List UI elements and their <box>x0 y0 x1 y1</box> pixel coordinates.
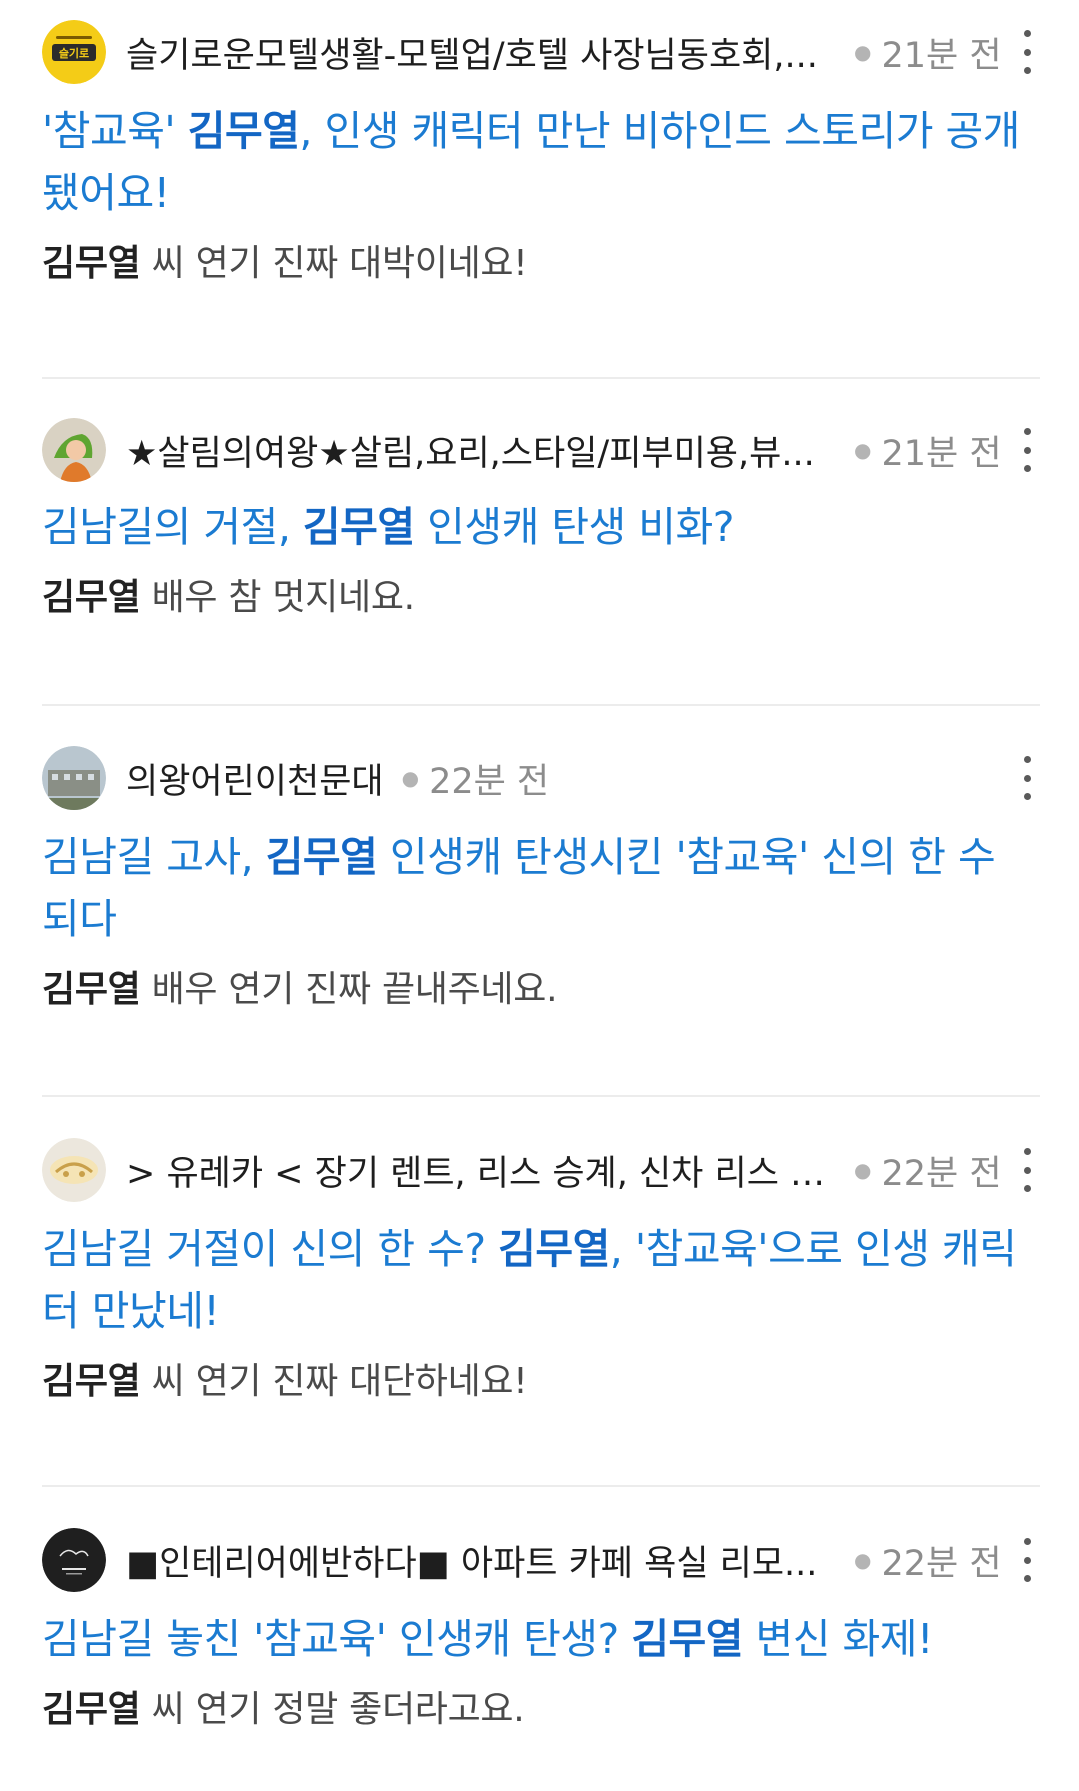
snippet-keyword: 김무열 <box>42 1361 141 1402</box>
feed-item[interactable]: 슬기로 슬기로운모텔생활-모텔업/호텔 사장님동호회,... ● 21분 전 '… <box>42 20 1040 288</box>
timestamp: 22분 전 <box>881 1153 1002 1194</box>
separator-dot: ● <box>401 766 420 790</box>
article-snippet: 김무열 씨 연기 정말 좋더라고요. <box>42 1686 1040 1734</box>
title-text: 변신 화제! <box>743 1615 934 1663</box>
woman-illustration-icon <box>42 418 106 482</box>
divider <box>42 1095 1040 1097</box>
source-avatar[interactable] <box>42 418 106 482</box>
more-vertical-icon[interactable] <box>1014 1144 1040 1196</box>
snippet-text: 씨 연기 진짜 대박이네요! <box>140 243 528 284</box>
timestamp: 21분 전 <box>881 35 1002 76</box>
title-text: 김남길 고사, <box>42 833 266 881</box>
separator-dot: ● <box>854 438 872 462</box>
source-name[interactable]: 슬기로운모텔생활-모텔업/호텔 사장님동호회,... <box>126 27 836 78</box>
item-meta: 의왕어린이천문대 ● 22분 전 <box>42 746 1040 816</box>
title-keyword: 김무열 <box>498 1225 610 1273</box>
source-name[interactable]: ★살림의여왕★살림,요리,스타일/피부미용,뷰... <box>126 425 836 476</box>
snippet-text: 배우 참 멋지네요. <box>140 577 415 618</box>
article-title[interactable]: 김남길 거절이 신의 한 수? 김무열, '참교육'으로 인생 캐릭터 만났네! <box>42 1218 1040 1342</box>
snippet-keyword: 김무열 <box>42 969 141 1010</box>
timestamp: 22분 전 <box>881 1543 1002 1584</box>
source-name[interactable]: ■인테리어에반하다■ 아파트 카페 욕실 리모... <box>126 1535 836 1586</box>
title-keyword: 김무열 <box>631 1615 743 1663</box>
divider <box>42 377 1040 379</box>
source-logo-icon: 슬기로 <box>42 20 106 84</box>
title-text: '참교육' <box>42 107 188 155</box>
source-name[interactable]: 의왕어린이천문대 <box>126 753 384 804</box>
feed-item[interactable]: > 유레카 < 장기 렌트, 리스 승계, 신차 리스 차... ● 22분 전… <box>42 1138 1040 1406</box>
title-keyword: 김무열 <box>302 503 415 551</box>
source-avatar[interactable] <box>42 746 106 810</box>
article-snippet: 김무열 배우 연기 진짜 끝내주네요. <box>42 966 1040 1014</box>
title-text: 김남길의 거절, <box>42 503 303 551</box>
divider <box>42 1485 1040 1487</box>
separator-dot: ● <box>854 1158 872 1182</box>
source-avatar[interactable] <box>42 1138 106 1202</box>
feed-item[interactable]: ■인테리어에반하다■ 아파트 카페 욕실 리모... ● 22분 전 김남길 놓… <box>42 1528 1040 1734</box>
article-snippet: 김무열 배우 참 멋지네요. <box>42 574 1040 622</box>
timestamp: 22분 전 <box>429 761 550 802</box>
building-photo-icon <box>42 746 106 810</box>
feed-item[interactable]: 의왕어린이천문대 ● 22분 전 김남길 고사, 김무열 인생캐 탄생시킨 '참… <box>42 746 1040 1014</box>
more-vertical-icon[interactable] <box>1014 752 1040 804</box>
article-snippet: 김무열 씨 연기 진짜 대단하네요! <box>42 1358 1040 1406</box>
divider <box>42 704 1040 706</box>
source-name[interactable]: > 유레카 < 장기 렌트, 리스 승계, 신차 리스 차... <box>126 1145 836 1196</box>
item-meta: > 유레카 < 장기 렌트, 리스 승계, 신차 리스 차... ● 22분 전 <box>42 1138 1040 1208</box>
more-vertical-icon[interactable] <box>1014 424 1040 476</box>
interior-logo-icon <box>42 1528 106 1592</box>
item-meta: ■인테리어에반하다■ 아파트 카페 욕실 리모... ● 22분 전 <box>42 1528 1040 1598</box>
more-vertical-icon[interactable] <box>1014 1534 1040 1586</box>
article-title[interactable]: 김남길 놓친 '참교육' 인생캐 탄생? 김무열 변신 화제! <box>42 1608 1040 1670</box>
article-snippet: 김무열 씨 연기 진짜 대박이네요! <box>42 240 1040 288</box>
title-keyword: 김무열 <box>187 107 300 155</box>
separator-dot: ● <box>854 1548 872 1572</box>
snippet-text: 씨 연기 정말 좋더라고요. <box>140 1689 525 1730</box>
snippet-keyword: 김무열 <box>42 1689 141 1730</box>
snippet-keyword: 김무열 <box>42 243 141 284</box>
timestamp: 21분 전 <box>881 433 1002 474</box>
title-text: 김남길 놓친 '참교육' 인생캐 탄생? <box>42 1615 632 1663</box>
separator-dot: ● <box>854 40 872 64</box>
item-meta: 슬기로 슬기로운모텔생활-모텔업/호텔 사장님동호회,... ● 21분 전 <box>42 20 1040 90</box>
source-avatar[interactable]: 슬기로 <box>42 20 106 84</box>
article-title[interactable]: 김남길 고사, 김무열 인생캐 탄생시킨 '참교육' 신의 한 수 되다 <box>42 826 1040 950</box>
feed-item[interactable]: ★살림의여왕★살림,요리,스타일/피부미용,뷰... ● 21분 전 김남길의 … <box>42 418 1040 622</box>
snippet-text: 씨 연기 진짜 대단하네요! <box>140 1361 528 1402</box>
snippet-text: 배우 연기 진짜 끝내주네요. <box>140 969 558 1010</box>
title-keyword: 김무열 <box>265 833 378 881</box>
eureka-logo-icon <box>42 1138 106 1202</box>
more-vertical-icon[interactable] <box>1014 26 1040 78</box>
svg-text:슬기로: 슬기로 <box>59 46 89 60</box>
article-title[interactable]: 김남길의 거절, 김무열 인생캐 탄생 비화? <box>42 496 1040 558</box>
title-text: 김남길 거절이 신의 한 수? <box>42 1225 499 1273</box>
source-avatar[interactable] <box>42 1528 106 1592</box>
article-title[interactable]: '참교육' 김무열, 인생 캐릭터 만난 비하인드 스토리가 공개됐어요! <box>42 100 1040 224</box>
snippet-keyword: 김무열 <box>42 577 141 618</box>
item-meta: ★살림의여왕★살림,요리,스타일/피부미용,뷰... ● 21분 전 <box>42 418 1040 488</box>
title-text: 인생캐 탄생 비화? <box>414 503 734 551</box>
